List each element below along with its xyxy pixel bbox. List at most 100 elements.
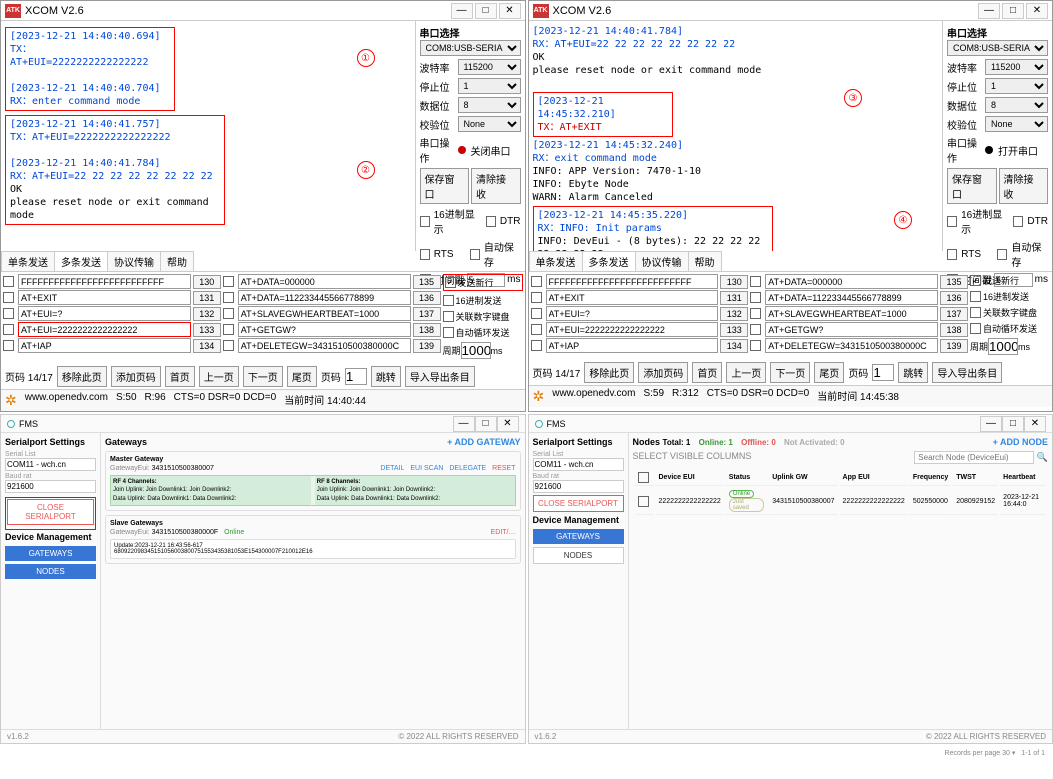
gateways-nav-button[interactable]: GATEWAYS	[533, 529, 624, 544]
tab-multi[interactable]: 多条发送	[582, 251, 636, 271]
loop-checkbox[interactable]	[443, 327, 454, 338]
cmd-input[interactable]	[546, 290, 719, 305]
cmd-input[interactable]	[546, 306, 719, 321]
parity-select[interactable]: None	[985, 116, 1048, 132]
search-node-input[interactable]	[914, 451, 1034, 464]
cmd-input[interactable]	[238, 322, 411, 337]
cmd-checkbox[interactable]	[531, 292, 542, 303]
cmd-send-button[interactable]: 137	[940, 307, 968, 321]
next-page-button[interactable]: 下一页	[770, 362, 810, 383]
close-button[interactable]: ✕	[497, 416, 519, 432]
cmd-checkbox[interactable]	[750, 308, 761, 319]
select-all-checkbox[interactable]	[638, 472, 649, 483]
nodes-nav-button[interactable]: NODES	[533, 547, 624, 564]
cmd-send-button[interactable]: 135	[940, 275, 968, 289]
cmd-send-button[interactable]: 130	[720, 275, 748, 289]
cmd-input[interactable]	[238, 274, 411, 289]
cmd-checkbox[interactable]	[3, 324, 14, 335]
last-page-button[interactable]: 尾页	[287, 366, 317, 387]
baud-select[interactable]: 115200	[458, 59, 521, 75]
port-select[interactable]: COM8:USB-SERIAL CH34(	[420, 40, 521, 56]
minimize-button[interactable]: —	[451, 3, 473, 19]
baud-select[interactable]: 115200	[985, 59, 1048, 75]
toggle-port-button[interactable]: 打开串口	[998, 143, 1038, 158]
cmd-send-button[interactable]: 138	[413, 323, 441, 337]
cmd-checkbox[interactable]	[223, 292, 234, 303]
cmd-send-button[interactable]: 139	[413, 339, 441, 353]
clear-rx-button[interactable]: 清除接收	[471, 168, 521, 204]
clear-rx-button[interactable]: 清除接收	[999, 168, 1049, 204]
cmd-send-button[interactable]: 138	[940, 323, 968, 337]
cmd-send-button[interactable]: 131	[720, 291, 748, 305]
cmd-input[interactable]	[765, 290, 938, 305]
tab-single[interactable]: 单条发送	[1, 251, 55, 271]
add-page-button[interactable]: 添加页码	[638, 362, 688, 383]
reset-link[interactable]: RESET	[492, 465, 515, 472]
first-page-button[interactable]: 首页	[692, 362, 722, 383]
cmd-input[interactable]	[546, 338, 719, 353]
cmd-input[interactable]	[18, 306, 191, 321]
export-button[interactable]: 导入导出条目	[405, 366, 475, 387]
maximize-button[interactable]: □	[475, 416, 497, 432]
cmd-checkbox[interactable]	[750, 324, 761, 335]
cmd-send-button[interactable]: 134	[193, 339, 221, 353]
parity-select[interactable]: None	[458, 116, 521, 132]
cmd-checkbox[interactable]	[3, 340, 14, 351]
stop-select[interactable]: 1	[985, 78, 1048, 94]
minimize-button[interactable]: —	[978, 3, 1000, 19]
cmd-input[interactable]	[238, 306, 411, 321]
cmd-checkbox[interactable]	[750, 340, 761, 351]
port-select[interactable]: COM8:USB-SERIAL CH34(	[947, 40, 1048, 56]
cmd-input[interactable]	[18, 338, 191, 353]
minimize-button[interactable]: —	[980, 416, 1002, 432]
cmd-send-button[interactable]: 136	[940, 291, 968, 305]
com-select[interactable]	[533, 458, 624, 471]
next-page-button[interactable]: 下一页	[243, 366, 283, 387]
autosave-checkbox[interactable]	[997, 249, 1007, 260]
data-select[interactable]: 8	[985, 97, 1048, 113]
row-checkbox[interactable]	[638, 496, 649, 507]
tab-help[interactable]: 帮助	[688, 251, 722, 271]
url-link[interactable]: www.openedv.com	[552, 388, 635, 405]
eui-scan-link[interactable]: EUI SCAN	[410, 465, 443, 472]
maximize-button[interactable]: □	[475, 3, 497, 19]
cmd-checkbox[interactable]	[750, 276, 761, 287]
page-input[interactable]	[872, 364, 894, 381]
cmd-input[interactable]	[765, 274, 938, 289]
nodes-nav-button[interactable]: NODES	[5, 564, 96, 579]
hex-disp-checkbox[interactable]	[947, 216, 957, 227]
url-link[interactable]: www.openedv.com	[25, 392, 108, 409]
close-serial-button[interactable]: CLOSE SERIALPORT	[533, 495, 624, 512]
loop-checkbox[interactable]	[970, 323, 981, 334]
cmd-input[interactable]	[18, 274, 191, 289]
dtr-checkbox[interactable]	[1013, 216, 1023, 227]
jump-button[interactable]: 跳转	[371, 366, 401, 387]
export-button[interactable]: 导入导出条目	[932, 362, 1002, 383]
hex-tx-checkbox[interactable]	[970, 291, 981, 302]
page-input[interactable]	[345, 368, 367, 385]
cmd-send-button[interactable]: 139	[940, 339, 968, 353]
cmd-input[interactable]	[765, 338, 938, 353]
com-select[interactable]	[5, 458, 96, 471]
tab-help[interactable]: 帮助	[160, 251, 194, 271]
cmd-input[interactable]	[238, 290, 411, 305]
newline-checkbox[interactable]: ✓	[970, 275, 981, 286]
cmd-checkbox[interactable]	[531, 308, 542, 319]
edit-link[interactable]: EDIT/…	[491, 529, 516, 536]
gear-icon[interactable]: ✲	[533, 388, 545, 405]
save-window-button[interactable]: 保存窗口	[420, 168, 470, 204]
cmd-input[interactable]	[765, 322, 938, 337]
cmd-send-button[interactable]: 132	[193, 307, 221, 321]
save-window-button[interactable]: 保存窗口	[947, 168, 997, 204]
cmd-checkbox[interactable]	[3, 276, 14, 287]
table-row[interactable]: 2222222222222222 Online Just saved 34315…	[635, 488, 1047, 515]
jump-button[interactable]: 跳转	[898, 362, 928, 383]
baud-input[interactable]	[5, 480, 96, 493]
period-input[interactable]	[988, 338, 1018, 355]
cmd-input[interactable]	[18, 322, 191, 337]
first-page-button[interactable]: 首页	[165, 366, 195, 387]
tab-proto[interactable]: 协议传输	[635, 251, 689, 271]
remove-page-button[interactable]: 移除此页	[584, 362, 634, 383]
baud-input[interactable]	[533, 480, 624, 493]
cmd-send-button[interactable]: 130	[193, 275, 221, 289]
